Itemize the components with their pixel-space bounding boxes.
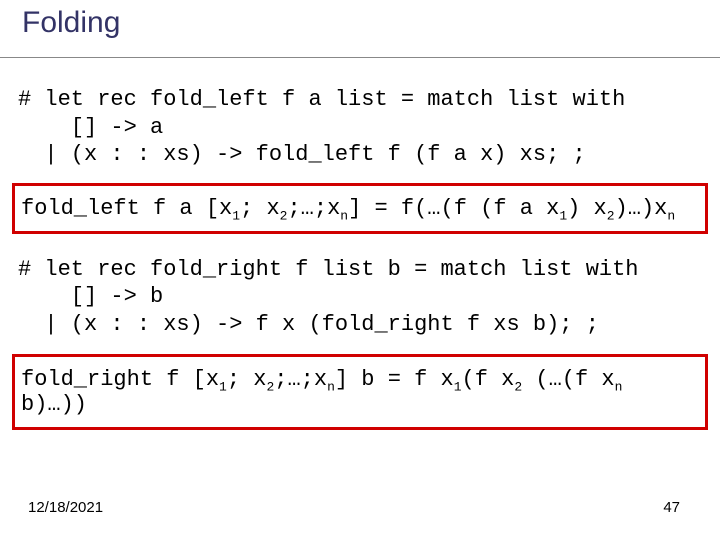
eq-text: ; x xyxy=(240,196,280,221)
code-line: # let rec fold_left f a list = match lis… xyxy=(18,87,625,112)
code-line: [] -> a xyxy=(18,115,163,140)
eq-text: b)…)) xyxy=(21,392,87,417)
slide: { "title": "Folding", "code1_l1": "# let… xyxy=(0,0,720,540)
footer-page-number: 47 xyxy=(663,499,680,516)
sub: n xyxy=(615,379,623,394)
eq-text: )…)x xyxy=(615,196,668,221)
sub: 1 xyxy=(219,379,227,394)
fold-right-definition: # let rec fold_right f list b = match li… xyxy=(0,234,720,339)
code-line: | (x : : xs) -> f x (fold_right f xs b);… xyxy=(18,312,599,337)
footer-date: 12/18/2021 xyxy=(28,499,103,516)
eq-text: fold_left f a [x xyxy=(21,196,232,221)
eq-text: (…(f x xyxy=(522,367,614,392)
fold-left-definition: # let rec fold_left f a list = match lis… xyxy=(0,58,720,169)
sub: n xyxy=(340,208,348,223)
sub: 1 xyxy=(454,379,462,394)
eq-text: ;…;x xyxy=(287,196,340,221)
eq-text: ; x xyxy=(227,367,267,392)
eq-text: ;…;x xyxy=(274,367,327,392)
title-bar: Folding xyxy=(0,0,720,58)
sub: 2 xyxy=(607,208,615,223)
sub: 1 xyxy=(232,208,240,223)
eq-text: fold_right f [x xyxy=(21,367,219,392)
eq-text: (f x xyxy=(462,367,515,392)
code-line: [] -> b xyxy=(18,284,163,309)
code-line: | (x : : xs) -> fold_left f (f a x) xs; … xyxy=(18,142,586,167)
fold-left-equation: fold_left f a [x1; x2;…;xn] = f(…(f (f a… xyxy=(12,183,708,234)
sub: n xyxy=(327,379,335,394)
eq-text: ) x xyxy=(567,196,607,221)
sub: 2 xyxy=(514,379,522,394)
sub: n xyxy=(667,208,675,223)
content-area: # let rec fold_left f a list = match lis… xyxy=(0,58,720,430)
footer: 12/18/2021 47 xyxy=(0,499,720,516)
code-line: # let rec fold_right f list b = match li… xyxy=(18,257,639,282)
eq-text: ] b = f x xyxy=(335,367,454,392)
eq-text: ] = f(…(f (f a x xyxy=(348,196,559,221)
page-title: Folding xyxy=(0,6,120,40)
sub: 1 xyxy=(559,208,567,223)
fold-right-equation: fold_right f [x1; x2;…;xn] b = f x1(f x2… xyxy=(12,354,708,430)
